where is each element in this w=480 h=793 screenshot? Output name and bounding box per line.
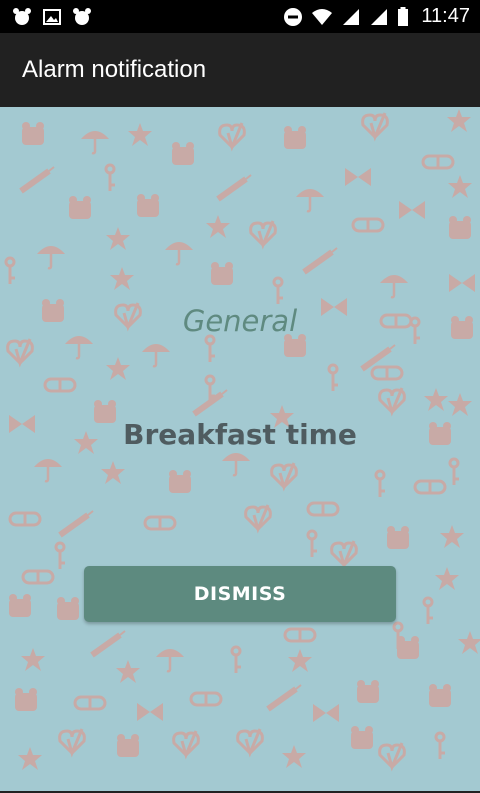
alarm-message: Breakfast time (123, 418, 357, 451)
alarm-clock-icon (13, 7, 31, 25)
battery-icon (398, 6, 409, 26)
status-bar-time: 11:47 (421, 5, 470, 27)
wifi-icon (312, 8, 333, 25)
app-bar-title: Alarm notification (22, 56, 207, 83)
signal-icon (343, 8, 360, 25)
app-bar: Alarm notification (0, 33, 480, 107)
signal-icon (371, 8, 388, 25)
alarm-category: General (182, 304, 298, 338)
status-bar: 11:47 (0, 0, 480, 33)
alarm-clock-icon (73, 7, 91, 25)
alarm-content: General Breakfast time DISMISS (0, 107, 480, 793)
status-bar-right: 11:47 (283, 5, 470, 28)
image-icon (43, 8, 61, 25)
status-bar-left (12, 7, 92, 27)
do-not-disturb-icon (284, 7, 303, 26)
dismiss-button[interactable]: DISMISS (84, 566, 396, 622)
